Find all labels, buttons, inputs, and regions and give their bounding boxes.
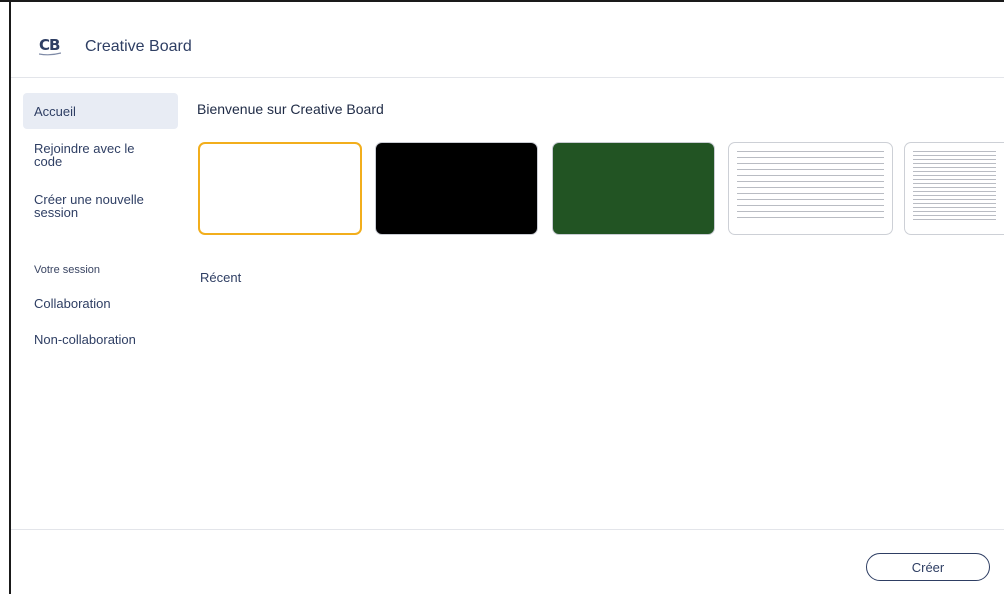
page-title: Bienvenue sur Creative Board [197,101,384,117]
template-lined-board[interactable] [728,142,893,235]
footer-bar: Créer [11,529,1004,594]
recent-section-title: Récent [200,270,242,285]
app-title: Creative Board [85,38,192,55]
sidebar-item-new-session[interactable]: Créer une nouvelle session [23,193,178,219]
sidebar: Accueil Rejoindre avec le code Créer une… [11,79,191,529]
sidebar-item-label: Rejoindre avec le code [34,141,135,169]
app-header: CB Creative Board [11,2,1004,78]
template-dense-lined-board[interactable] [904,142,1004,235]
sidebar-item-label: Collaboration [34,296,111,311]
ruled-lines [913,151,996,226]
sidebar-item-join-with-code[interactable]: Rejoindre avec le code [23,142,178,168]
app-window: CB Creative Board Accueil Rejoindre avec… [11,2,1004,594]
template-white-board[interactable] [198,142,362,235]
logo-swoosh-icon [39,52,61,56]
sidebar-item-accueil[interactable]: Accueil [23,93,178,129]
sidebar-item-collaboration[interactable]: Collaboration [23,297,178,310]
ruled-lines [737,151,884,226]
template-black-board[interactable] [375,142,538,235]
section-label-your-session: Votre session [34,264,101,276]
sidebar-item-non-collaboration[interactable]: Non-collaboration [23,333,178,346]
sidebar-item-label: Accueil [34,103,76,119]
template-green-board[interactable] [552,142,715,235]
app-logo: CB [39,36,63,58]
sidebar-item-label: Non-collaboration [34,332,136,347]
sidebar-item-label: Créer une nouvelle session [34,192,144,220]
main-content: Bienvenue sur Creative Board Récent [197,79,1004,529]
create-button[interactable]: Créer [866,553,990,581]
